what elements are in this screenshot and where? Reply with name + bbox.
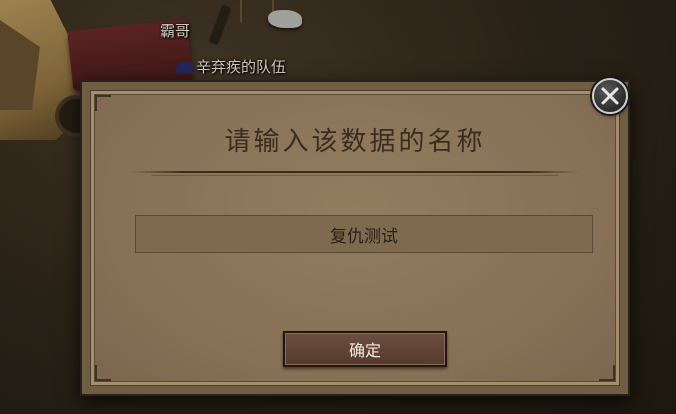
dialog-panel: 请输入该数据的名称 确定: [90, 90, 620, 386]
dialog-title: 请输入该数据的名称: [224, 127, 486, 157]
title-divider: [131, 171, 579, 173]
corner-ornament: [95, 95, 111, 111]
corner-ornament: [95, 365, 111, 381]
close-icon: [601, 87, 619, 105]
title-divider-shadow: [151, 175, 559, 176]
game-scene: 霸哥 辛弃疾的队伍 请输入该数据的名称 确定: [0, 0, 676, 414]
corner-ornament: [599, 365, 615, 381]
close-button[interactable]: [592, 78, 628, 114]
data-name-input[interactable]: [135, 215, 593, 253]
name-input-dialog: 请输入该数据的名称 确定: [80, 80, 630, 396]
confirm-button[interactable]: 确定: [283, 331, 447, 367]
confirm-button-label: 确定: [348, 341, 381, 360]
